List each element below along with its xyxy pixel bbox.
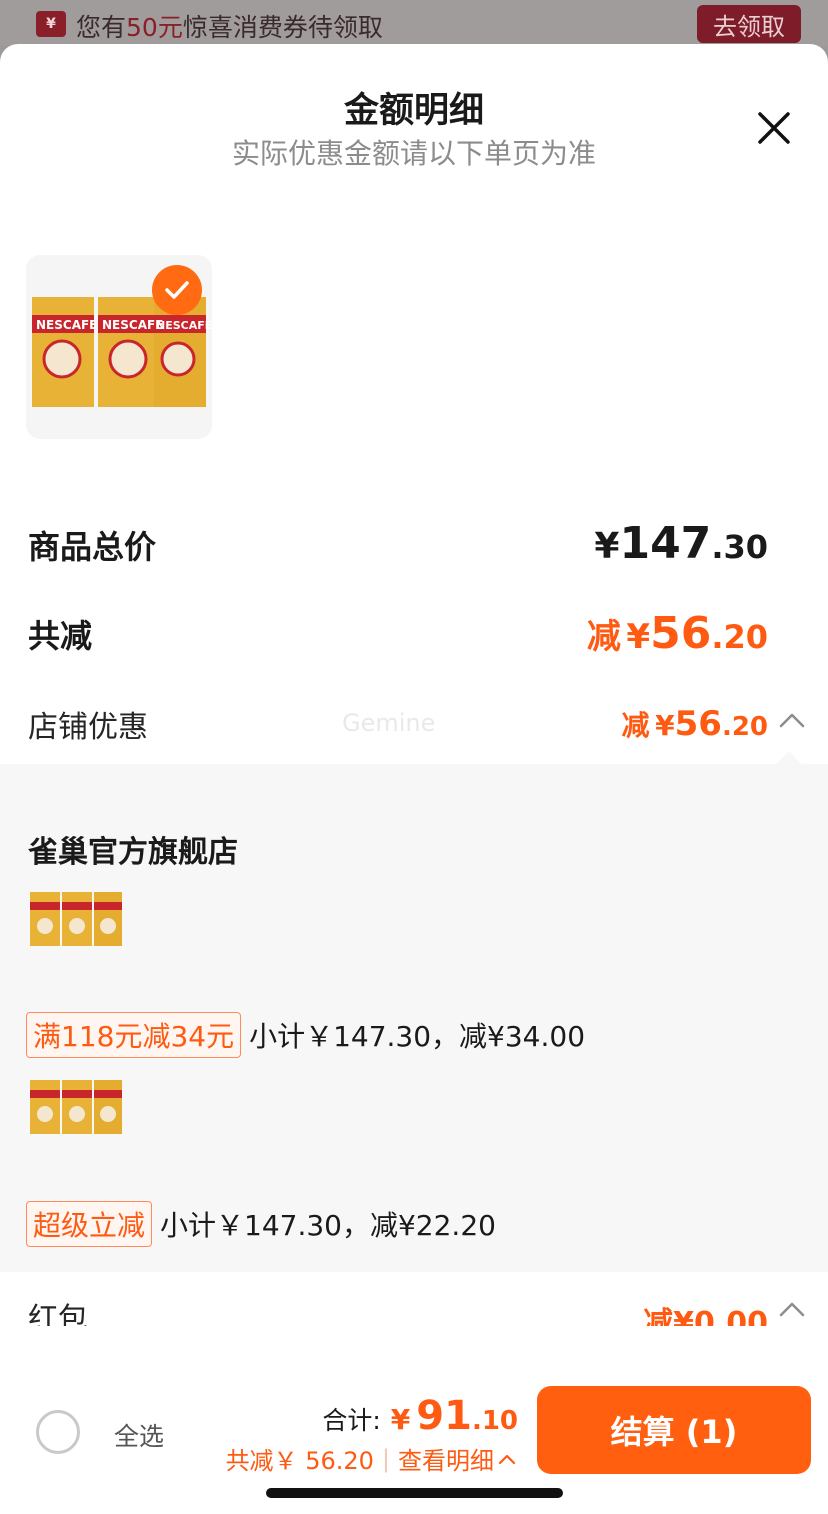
home-indicator[interactable] (266, 1488, 563, 1498)
discount-summary: 共减￥ 56.20 | 查看明细 (226, 1441, 516, 1476)
total-price-label: 商品总价 (28, 528, 157, 566)
store-discount-yen: ¥ (655, 709, 675, 742)
store-name: 雀巢官方旗舰店 (28, 835, 238, 870)
product-brand-text: NESCAFE (102, 318, 163, 332)
sum-dec: .10 (471, 1406, 518, 1436)
total-reduce-value: 减 ¥56.20 (587, 608, 768, 659)
checkout-button[interactable]: 结算 (1) (537, 1386, 811, 1474)
coupon-banner-text: 您有 50元 惊喜消费券待领取 (76, 8, 383, 44)
close-icon (758, 112, 790, 144)
banner-text-prefix: 您有 (76, 13, 127, 42)
total-price-int: 147 (619, 518, 712, 569)
checkmark-icon (165, 281, 189, 299)
total-reduce-label: 共减 (28, 617, 93, 655)
store-discount-dec: .20 (721, 712, 768, 742)
coupon-banner: ¥ 您有 50元 惊喜消费券待领取 去领取 (0, 0, 828, 46)
coupon-icon: ¥ (36, 11, 66, 37)
close-button[interactable] (752, 106, 796, 150)
product-selected-checkbox[interactable] (152, 265, 202, 315)
separator: | (381, 1444, 390, 1473)
select-all-checkbox[interactable] (36, 1410, 80, 1454)
chevron-up-icon[interactable] (779, 711, 805, 729)
store-discount-value[interactable]: 减 ¥56.20 (622, 704, 768, 744)
select-all-label[interactable]: 全选 (114, 1417, 164, 1453)
sum-label: 合计: (322, 1406, 381, 1435)
total-reduce-prefix: 减 (586, 617, 621, 657)
view-details-link[interactable]: 查看明细 (398, 1441, 494, 1476)
store-discount-int: 56 (674, 704, 722, 744)
promo-line: 超级立减 小计￥147.30，减¥22.20 (26, 1201, 496, 1247)
promo-subtotal-text: 小计￥147.30，减¥22.20 (160, 1209, 496, 1242)
banner-text-suffix: 惊喜消费券待领取 (182, 13, 383, 42)
promo-product-thumbnail (30, 1080, 122, 1134)
chevron-up-icon[interactable] (779, 1300, 805, 1318)
total-reduce-yen: ¥ (626, 617, 651, 657)
sum-line: 合计: ¥ 91 .10 (322, 1393, 518, 1439)
total-price-yen: ¥ (594, 526, 620, 567)
promo-product-thumbnail (30, 892, 122, 946)
total-price-dec: .30 (711, 528, 768, 566)
checkout-bar: 全选 合计: ¥ 91 .10 共减￥ 56.20 | 查看明细 结算 (1) (0, 1328, 828, 1514)
banner-text-highlight: 50元 (126, 13, 183, 42)
sum-yen: ¥ (390, 1403, 411, 1436)
sum-int: 91 (416, 1393, 472, 1439)
total-price-value: ¥147.30 (594, 518, 768, 569)
sheet-subtitle: 实际优惠金额请以下单页为准 (231, 137, 596, 170)
product-brand-text: NESCAFE (156, 319, 212, 332)
red-packet-label[interactable]: 红包 (28, 1294, 88, 1326)
store-discount-details: 雀巢官方旗舰店 满118元减34元 小计￥147.30，减¥34.00 超级立减… (0, 764, 828, 1272)
sheet-title: 金额明细 (343, 91, 484, 131)
product-brand-text: NESCAFE (36, 318, 97, 332)
red-packet-value[interactable]: 减¥0.00 (643, 1298, 768, 1326)
store-discount-prefix: 减 (621, 709, 650, 742)
total-reduce-int: 56 (650, 608, 712, 659)
promo-tag: 满118元减34元 (26, 1012, 242, 1058)
store-discount-label[interactable]: 店铺优惠 (28, 702, 148, 746)
promo-line: 满118元减34元 小计￥147.30，减¥34.00 (26, 1012, 585, 1058)
total-reduce-dec: .20 (711, 618, 768, 656)
amount-detail-sheet: 金额明细 实际优惠金额请以下单页为准 NESCAFE NESCAFE NESCA… (0, 44, 828, 1514)
claim-coupon-button[interactable]: 去领取 (697, 5, 801, 43)
chevron-up-icon[interactable] (498, 1452, 516, 1466)
promo-tag: 超级立减 (26, 1201, 153, 1247)
discount-total-text: 共减￥ 56.20 (225, 1447, 374, 1475)
promo-subtotal-text: 小计￥147.30，减¥34.00 (249, 1020, 586, 1053)
watermark-text: Gemine (342, 709, 436, 737)
